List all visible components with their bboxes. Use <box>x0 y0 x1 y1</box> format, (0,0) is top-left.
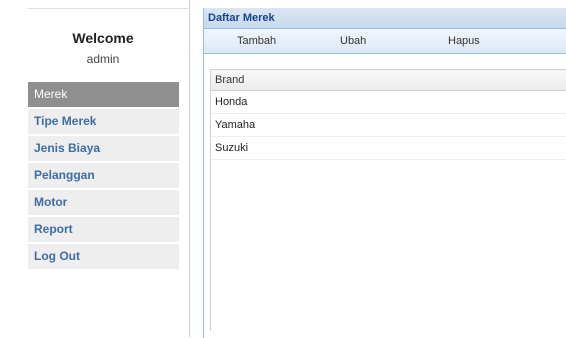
sidebar-divider <box>28 8 188 9</box>
sidebar-menu: Merek Tipe Merek Jenis Biaya Pelanggan M… <box>28 82 179 271</box>
brand-grid: Brand Honda Yamaha Suzuki <box>210 69 566 331</box>
brand-list-panel: Daftar Merek Tambah Ubah Hapus Brand Hon… <box>203 8 566 338</box>
table-row[interactable]: Honda <box>211 91 566 114</box>
column-header-brand[interactable]: Brand <box>211 70 566 91</box>
table-row[interactable]: Yamaha <box>211 114 566 137</box>
add-button[interactable]: Tambah <box>237 29 276 53</box>
sidebar-item-tipe-merek[interactable]: Tipe Merek <box>28 109 179 134</box>
welcome-title: Welcome <box>72 30 134 46</box>
sidebar-item-merek[interactable]: Merek <box>28 82 179 107</box>
sidebar: Welcome admin Merek Tipe Merek Jenis Bia… <box>0 0 190 337</box>
sidebar-item-report[interactable]: Report <box>28 217 179 242</box>
welcome-username: admin <box>86 52 120 66</box>
table-row[interactable]: Suzuki <box>211 137 566 160</box>
sidebar-item-motor[interactable]: Motor <box>28 190 179 215</box>
toolbar: Tambah Ubah Hapus <box>204 29 566 54</box>
sidebar-item-jenis-biaya[interactable]: Jenis Biaya <box>28 136 179 161</box>
sidebar-item-pelanggan[interactable]: Pelanggan <box>28 163 179 188</box>
sidebar-item-log-out[interactable]: Log Out <box>28 244 179 269</box>
panel-title: Daftar Merek <box>204 8 566 29</box>
delete-button[interactable]: Hapus <box>448 29 480 53</box>
edit-button[interactable]: Ubah <box>340 29 366 53</box>
